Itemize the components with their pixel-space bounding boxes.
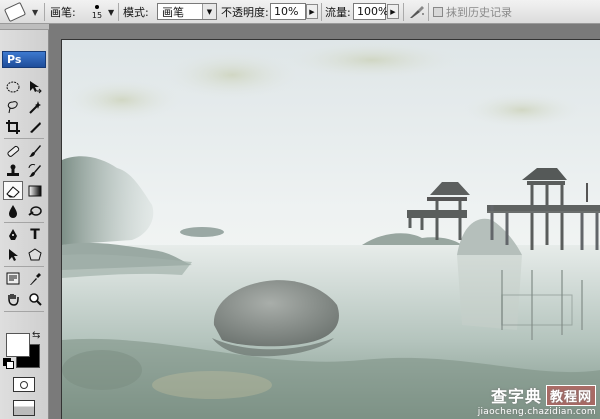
toolbox-grip[interactable]: [0, 24, 49, 30]
toolbox-divider: [4, 222, 44, 223]
separator: [321, 3, 322, 21]
separator: [118, 3, 119, 21]
separator: [44, 3, 45, 21]
notes-icon[interactable]: [3, 269, 23, 288]
flow-label: 流量:: [325, 6, 351, 19]
marquee-icon[interactable]: [3, 77, 23, 96]
erase-to-history-label: 抹到历史记录: [446, 6, 512, 19]
brush-dropdown-arrow[interactable]: ▼: [108, 0, 114, 24]
crop-icon[interactable]: [3, 117, 23, 136]
hand-icon[interactable]: [3, 289, 23, 308]
opacity-input[interactable]: 10%: [270, 3, 306, 20]
eraser-tool-button[interactable]: [3, 181, 23, 200]
history-brush-icon[interactable]: [25, 161, 45, 180]
quick-mask-icon: [20, 380, 28, 389]
flow-input[interactable]: 100%: [353, 3, 389, 20]
magic-wand-icon[interactable]: [25, 97, 45, 116]
gradient-icon[interactable]: [25, 181, 45, 200]
healing-brush-icon[interactable]: [3, 141, 23, 160]
type-icon[interactable]: T: [25, 225, 45, 244]
foggy-lake-photo: [62, 40, 600, 419]
separator: [403, 3, 404, 21]
quick-mask-button[interactable]: [13, 377, 35, 392]
watermark-main: 查字典: [490, 387, 542, 406]
blur-icon[interactable]: [3, 201, 23, 220]
dodge-icon[interactable]: [25, 201, 45, 220]
eraser-icon: [3, 1, 27, 23]
foreground-color-swatch[interactable]: [6, 333, 30, 357]
brush-tip-icon: [95, 4, 99, 9]
tool-preset-picker[interactable]: ▼: [2, 0, 42, 24]
brush-size: 15: [91, 10, 103, 20]
eraser-icon: [6, 185, 20, 197]
mode-value: 画笔: [162, 5, 184, 19]
flow-value: 100%: [357, 5, 389, 18]
toolbox-divider: [4, 266, 44, 267]
eyedropper-icon[interactable]: [25, 269, 45, 288]
opacity-label: 不透明度:: [221, 6, 269, 19]
chevron-down-icon: ▼: [202, 4, 216, 19]
slice-icon[interactable]: [25, 117, 45, 136]
toolbox-divider: [4, 311, 44, 312]
watermark: 查字典 教程网 jiaocheng.chazidian.com: [478, 383, 596, 417]
opacity-value: 10%: [274, 5, 299, 18]
watermark-url: jiaocheng.chazidian.com: [477, 407, 596, 417]
swap-colors-icon[interactable]: ⇆: [32, 330, 40, 341]
mode-label: 模式:: [123, 6, 149, 19]
toolbox-divider: [4, 138, 44, 139]
mode-select[interactable]: 画笔 ▼: [157, 3, 217, 20]
toolbox: Ps T ⇆: [0, 24, 49, 419]
airbrush-icon[interactable]: [407, 0, 427, 24]
clone-stamp-icon[interactable]: [3, 161, 23, 180]
watermark-tag: 教程网: [545, 384, 596, 406]
lasso-icon[interactable]: [3, 97, 23, 116]
brush-label: 画笔:: [50, 6, 76, 19]
options-bar: ▼ 画笔: 15 ▼ 模式: 画笔 ▼ 不透明度: 10% ▶ 流量: 100%…: [0, 0, 600, 24]
screen-mode-button[interactable]: [13, 400, 35, 416]
shape-icon[interactable]: [25, 245, 45, 264]
brush-preset-picker[interactable]: 15: [86, 0, 108, 24]
separator: [428, 3, 429, 21]
move-icon[interactable]: [25, 77, 45, 96]
opacity-slider-button[interactable]: ▶: [306, 4, 318, 19]
chevron-down-icon: ▼: [32, 7, 39, 17]
flow-slider-button[interactable]: ▶: [387, 4, 399, 19]
brush-icon[interactable]: [25, 141, 45, 160]
path-selection-icon[interactable]: [3, 245, 23, 264]
default-colors-icon[interactable]: [3, 358, 14, 369]
zoom-icon[interactable]: [25, 289, 45, 308]
photoshop-logo[interactable]: Ps: [2, 51, 46, 68]
pen-icon[interactable]: [3, 225, 23, 244]
erase-to-history-checkbox[interactable]: [433, 7, 443, 17]
document-canvas[interactable]: 查字典 教程网 jiaocheng.chazidian.com: [61, 39, 600, 419]
